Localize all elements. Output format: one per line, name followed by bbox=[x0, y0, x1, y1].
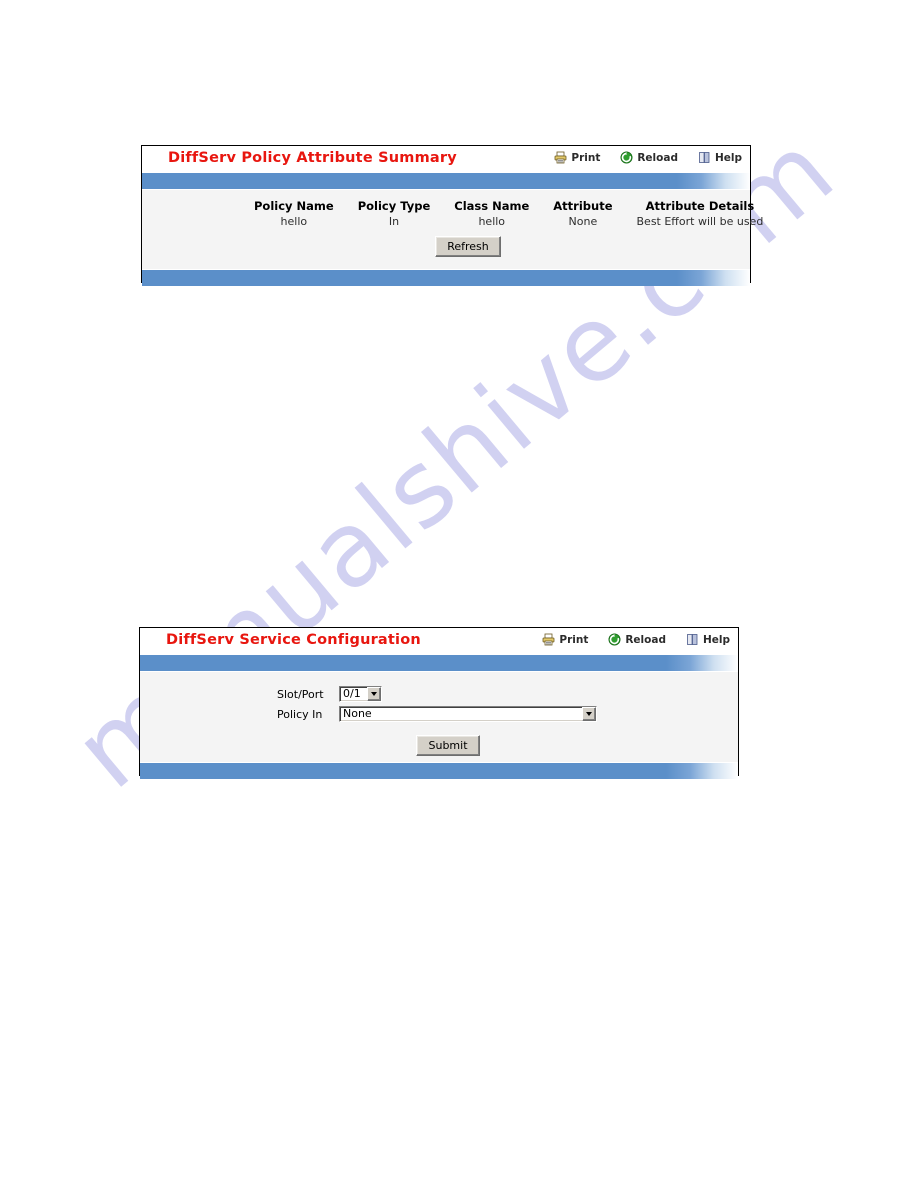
column-header-class-name: Class Name bbox=[454, 199, 530, 213]
column-header-policy-type: Policy Type bbox=[357, 199, 431, 213]
top-accent-band bbox=[142, 173, 750, 190]
refresh-button-row: Refresh bbox=[142, 235, 750, 257]
help-label: Help bbox=[714, 151, 742, 164]
reload-label: Reload bbox=[637, 151, 678, 164]
chevron-down-icon[interactable] bbox=[367, 687, 381, 701]
reload-label: Reload bbox=[625, 633, 666, 646]
printer-icon bbox=[554, 151, 567, 164]
refresh-button[interactable]: Refresh bbox=[435, 236, 501, 257]
reload-icon bbox=[620, 151, 633, 164]
submit-button[interactable]: Submit bbox=[416, 735, 480, 756]
help-button[interactable]: Help bbox=[686, 633, 730, 646]
column-header-attribute: Attribute bbox=[553, 199, 613, 213]
print-label: Print bbox=[571, 151, 601, 164]
panel-body: Policy Name Policy Type Class Name Attri… bbox=[142, 190, 763, 269]
help-label: Help bbox=[702, 633, 730, 646]
page-title: DiffServ Policy Attribute Summary bbox=[168, 150, 457, 166]
chevron-down-icon[interactable] bbox=[582, 707, 596, 721]
page-title: DiffServ Service Configuration bbox=[166, 632, 421, 648]
printer-icon bbox=[542, 633, 555, 646]
bottom-accent-band bbox=[142, 269, 750, 286]
print-button[interactable]: Print bbox=[554, 151, 600, 164]
policy-attribute-table: Policy Name Policy Type Class Name Attri… bbox=[242, 199, 775, 228]
policy-in-row: Policy In None bbox=[140, 706, 738, 722]
policy-in-value: None bbox=[343, 707, 372, 720]
column-header-policy-name: Policy Name bbox=[254, 199, 334, 213]
slot-port-label: Slot/Port bbox=[277, 687, 324, 701]
book-help-icon bbox=[686, 633, 699, 646]
table-header-row: Policy Name Policy Type Class Name Attri… bbox=[242, 199, 775, 215]
slot-port-value: 0/1 bbox=[343, 687, 361, 700]
print-label: Print bbox=[559, 633, 589, 646]
reload-icon bbox=[608, 633, 621, 646]
cell-attribute: None bbox=[568, 215, 598, 228]
diffserv-policy-attribute-summary-panel: DiffServ Policy Attribute Summary Print bbox=[141, 145, 763, 286]
policy-in-select[interactable]: None bbox=[339, 706, 597, 722]
cell-policy-name: hello bbox=[280, 215, 308, 228]
diffserv-service-configuration-panel: DiffServ Service Configuration Print Rel… bbox=[139, 627, 739, 779]
panel-titlebar: DiffServ Service Configuration Print Rel… bbox=[140, 628, 738, 655]
bottom-accent-band bbox=[140, 762, 738, 779]
submit-button-row: Submit bbox=[140, 734, 738, 756]
panel-toolbar: Print Reload Help bbox=[542, 633, 730, 646]
summary-table-wrap: Policy Name Policy Type Class Name Attri… bbox=[142, 190, 763, 267]
panel-body: Slot/Port 0/1 Policy In None Submit bbox=[140, 672, 738, 762]
reload-button[interactable]: Reload bbox=[620, 151, 678, 164]
service-config-form: Slot/Port 0/1 Policy In None Submit bbox=[140, 672, 738, 770]
panel-titlebar: DiffServ Policy Attribute Summary Print bbox=[142, 146, 750, 173]
policy-in-label: Policy In bbox=[277, 707, 323, 721]
cell-attribute-details: Best Effort will be used bbox=[636, 215, 764, 228]
table-row: hello In hello None Best Effort will be … bbox=[242, 215, 775, 228]
top-accent-band bbox=[140, 655, 738, 672]
reload-button[interactable]: Reload bbox=[608, 633, 666, 646]
book-help-icon bbox=[698, 151, 711, 164]
column-header-attribute-details: Attribute Details bbox=[645, 199, 755, 213]
print-button[interactable]: Print bbox=[542, 633, 588, 646]
slot-port-row: Slot/Port 0/1 bbox=[140, 686, 738, 702]
panel-toolbar: Print Reload Help bbox=[554, 151, 742, 164]
cell-class-name: hello bbox=[478, 215, 506, 228]
cell-policy-type: In bbox=[388, 215, 400, 228]
slot-port-select[interactable]: 0/1 bbox=[339, 686, 382, 702]
help-button[interactable]: Help bbox=[698, 151, 742, 164]
